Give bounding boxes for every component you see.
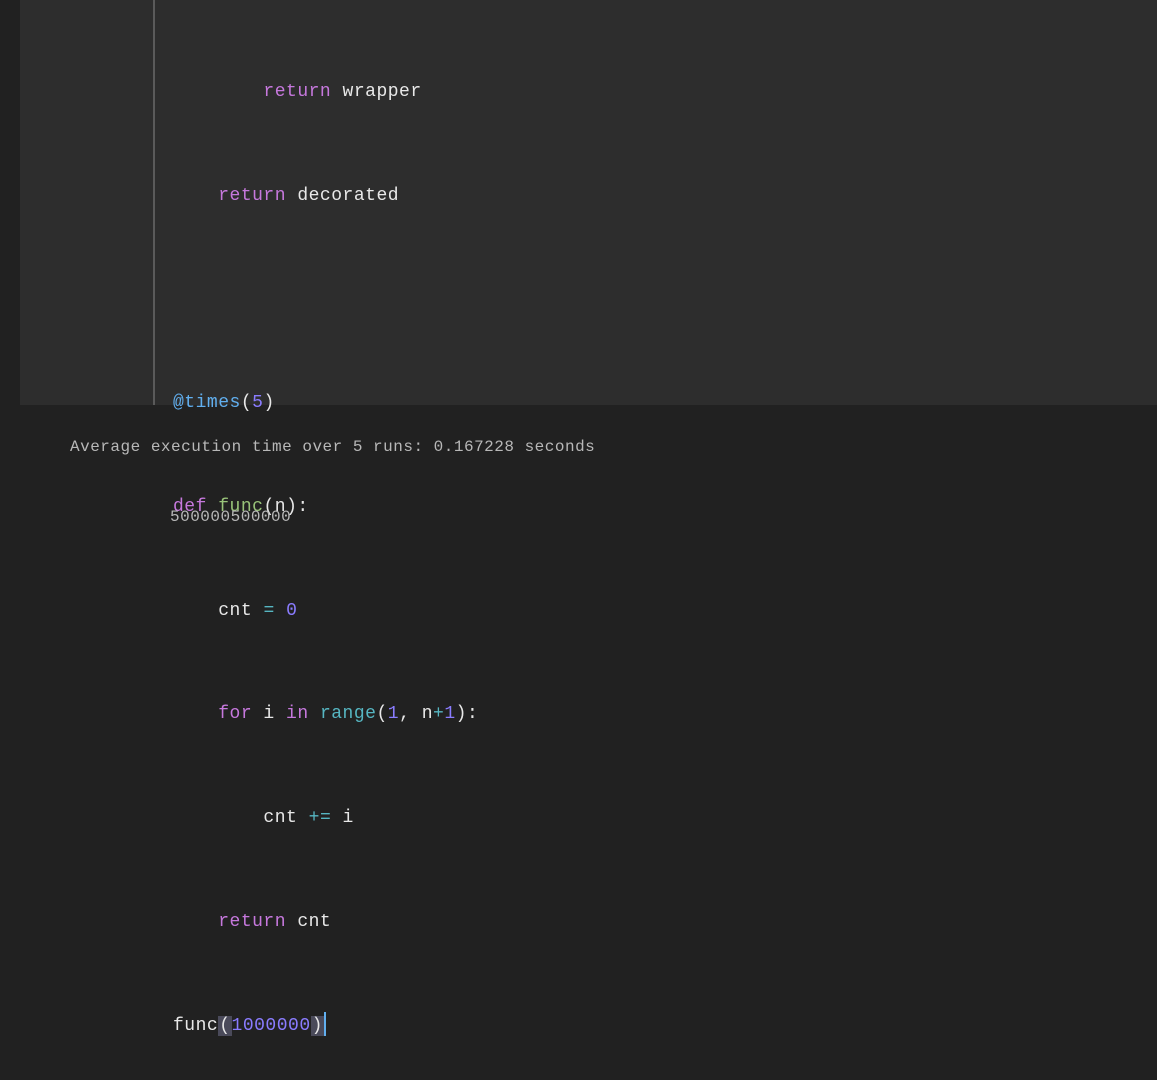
code-area[interactable]: return wrapper return decorated @times(5… [155, 0, 1157, 405]
code-line: return wrapper [173, 73, 1157, 112]
gutter [20, 0, 155, 405]
code-line: func(1000000) [173, 1007, 1157, 1046]
code-line: @times(5) [173, 384, 1157, 423]
left-margin [0, 0, 20, 405]
code-line: return cnt [173, 903, 1157, 942]
code-editor[interactable]: return wrapper return decorated @times(5… [0, 0, 1157, 405]
code-line: cnt += i [173, 799, 1157, 838]
code-line: cnt = 0 [173, 592, 1157, 631]
code-line-blank [173, 280, 1157, 319]
matching-paren-close: ) [311, 1016, 324, 1036]
code-line: def func(n): [173, 488, 1157, 527]
matching-paren-open: ( [218, 1016, 231, 1036]
code-line: return decorated [173, 177, 1157, 216]
code-line: for i in range(1, n+1): [173, 695, 1157, 734]
cursor [324, 1012, 326, 1036]
